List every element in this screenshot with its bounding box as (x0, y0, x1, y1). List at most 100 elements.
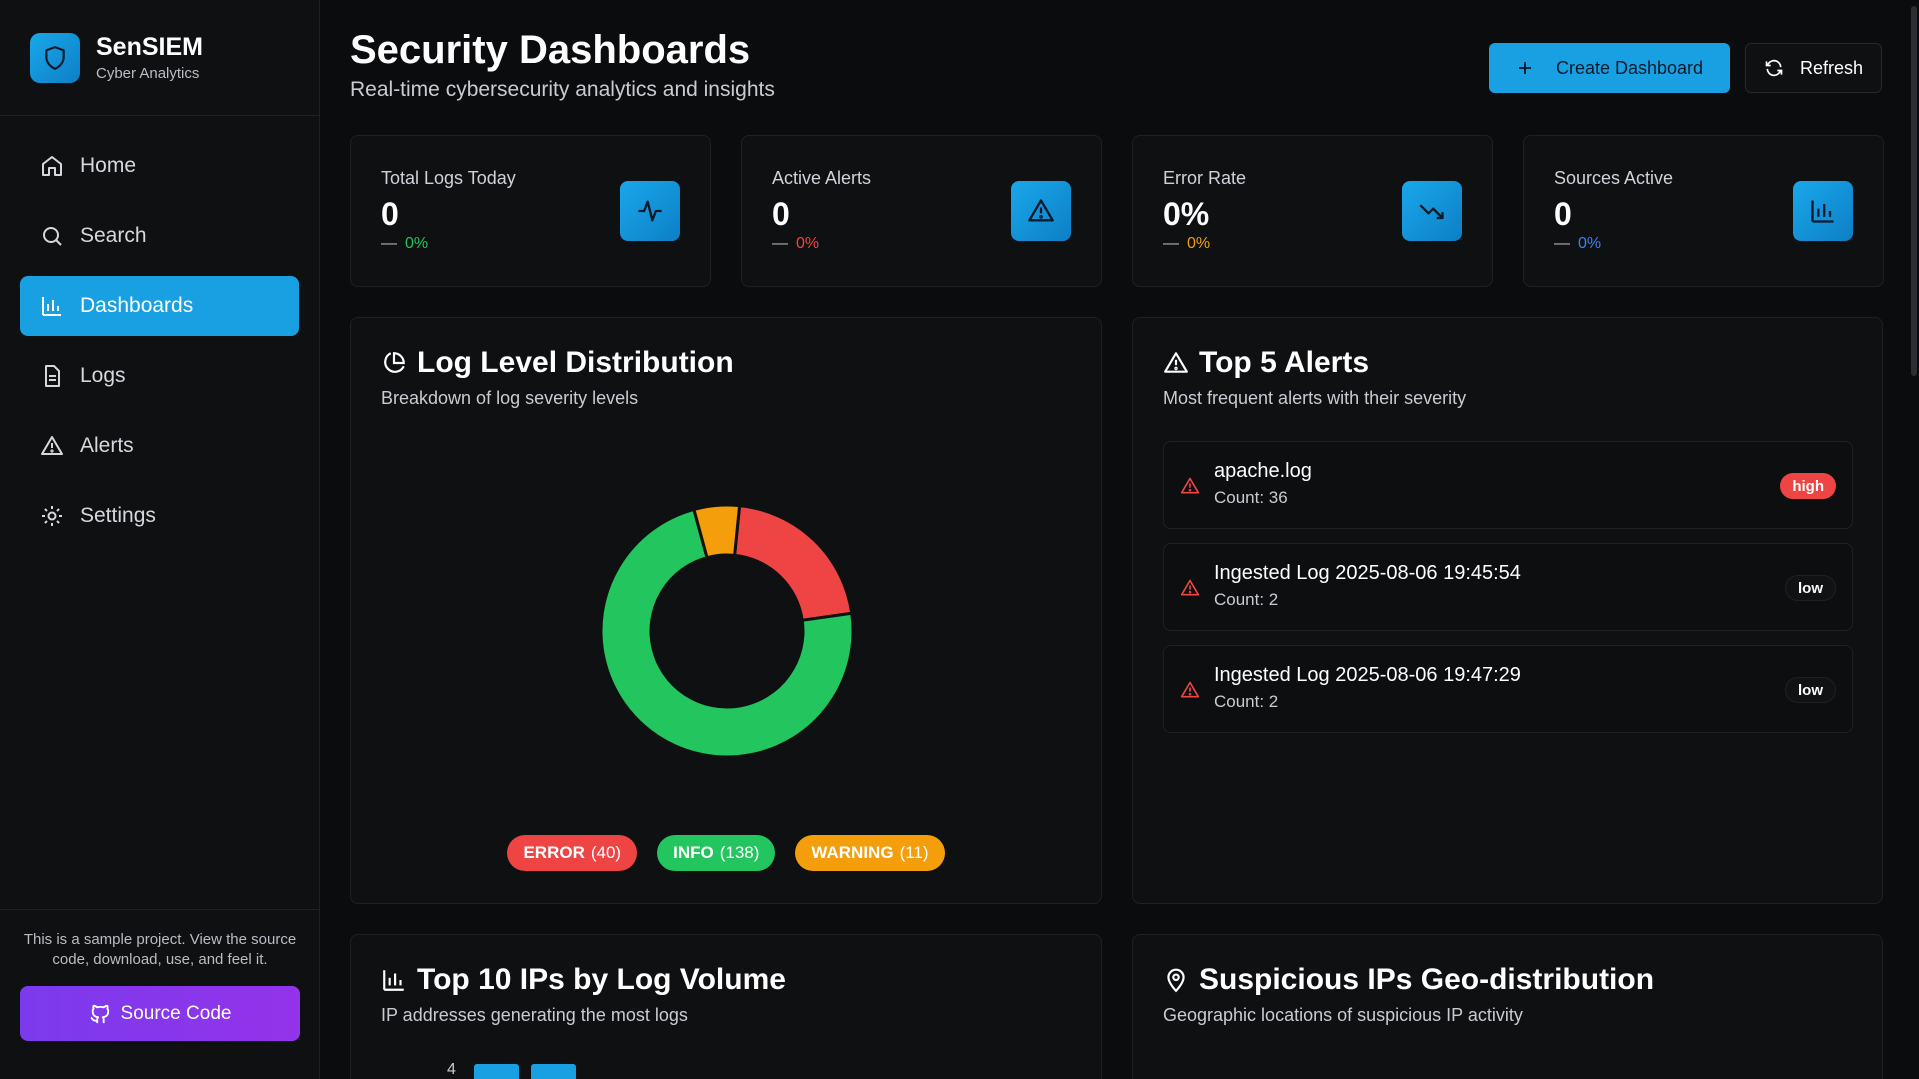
stat-delta: —0% (772, 235, 820, 252)
panel-subtitle: Breakdown of log severity levels (381, 388, 639, 408)
legend-value: (138) (719, 843, 760, 862)
sidebar-item-search[interactable]: Search (20, 206, 299, 266)
stat-delta: —0% (381, 235, 429, 252)
alert-triangle-icon (40, 434, 64, 458)
sidebar-item-label: Home (80, 154, 137, 177)
legend-item-error[interactable]: ERROR (40) (507, 835, 638, 871)
alert-item[interactable]: Ingested Log 2025-08-06 19:47:29 Count: … (1163, 645, 1853, 733)
chart-legend: ERROR (40) INFO (138) WARNING (11) (351, 835, 1101, 871)
stat-label: Error Rate (1163, 168, 1247, 188)
geo-distribution-panel: Suspicious IPs Geo-distribution Geograph… (1132, 934, 1883, 1079)
gear-icon (40, 504, 64, 528)
sidebar-item-settings[interactable]: Settings (20, 486, 299, 546)
stat-delta-value: 0% (796, 235, 820, 252)
log-level-distribution-panel: Log Level Distribution Breakdown of log … (350, 317, 1102, 904)
alert-item[interactable]: Ingested Log 2025-08-06 19:45:54 Count: … (1163, 543, 1853, 631)
panel-title: Top 10 IPs by Log Volume (417, 963, 786, 996)
alert-count: Count: 2 (1214, 692, 1279, 711)
sidebar-item-label: Search (80, 224, 147, 247)
legend-label: ERROR (523, 843, 585, 862)
bar-chart-icon (40, 294, 64, 318)
severity-badge: low (1785, 575, 1836, 601)
legend-item-warning[interactable]: WARNING (11) (795, 835, 945, 871)
legend-value: (11) (899, 843, 929, 862)
sidebar: SenSIEM Cyber Analytics Home Search Dash… (0, 0, 320, 1079)
create-dashboard-button[interactable]: Create Dashboard (1489, 43, 1730, 93)
map-pin-icon (1163, 967, 1189, 993)
sidebar-item-logs[interactable]: Logs (20, 346, 299, 406)
sidebar-item-label: Dashboards (80, 294, 194, 317)
stat-card-error-rate: Error Rate 0% —0% (1132, 135, 1493, 287)
bar-chart-icon (1793, 181, 1853, 241)
sidebar-nav: Home Search Dashboards Logs Alerts Setti… (0, 116, 319, 576)
alert-name: apache.log (1214, 460, 1312, 482)
alert-count: Count: 2 (1214, 590, 1279, 609)
source-code-button[interactable]: Source Code (20, 986, 300, 1041)
pie-chart-icon (381, 350, 407, 376)
page-scrollbar[interactable] (1909, 0, 1919, 1079)
sidebar-footer: This is a sample project. View the sourc… (0, 909, 320, 1079)
log-level-donut-chart (599, 503, 855, 759)
stat-card-sources-active: Sources Active 0 —0% (1523, 135, 1884, 287)
refresh-label: Refresh (1799, 57, 1864, 78)
sidebar-item-label: Alerts (80, 434, 134, 457)
alert-name: Ingested Log 2025-08-06 19:45:54 (1214, 562, 1521, 584)
stat-value: 0 (1554, 196, 1572, 232)
alert-triangle-icon (1180, 578, 1200, 598)
stat-label: Sources Active (1554, 168, 1674, 188)
bar-chart-icon (381, 967, 407, 993)
sidebar-item-alerts[interactable]: Alerts (20, 416, 299, 476)
legend-item-info[interactable]: INFO (138) (657, 835, 776, 871)
legend-value: (40) (590, 843, 622, 862)
donut-slice-error[interactable] (732, 503, 854, 623)
top-ips-panel: Top 10 IPs by Log Volume IP addresses ge… (350, 934, 1102, 1079)
stat-delta-value: 0% (1187, 235, 1211, 252)
sidebar-item-home[interactable]: Home (20, 136, 299, 196)
stat-delta: —0% (1163, 235, 1211, 252)
activity-icon (620, 181, 680, 241)
legend-label: WARNING (811, 843, 894, 862)
sidebar-item-label: Logs (80, 364, 126, 387)
alert-name: Ingested Log 2025-08-06 19:47:29 (1214, 664, 1521, 686)
page-title: Security Dashboards (350, 28, 751, 72)
stat-card-total-logs: Total Logs Today 0 —0% (350, 135, 711, 287)
stat-label: Active Alerts (772, 168, 872, 188)
refresh-button[interactable]: Refresh (1745, 43, 1882, 93)
legend-label: INFO (673, 843, 714, 862)
file-text-icon (40, 364, 64, 388)
scrollbar-thumb[interactable] (1911, 6, 1917, 376)
alert-triangle-icon (1180, 476, 1200, 496)
panel-title: Log Level Distribution (417, 346, 734, 379)
sidebar-item-label: Settings (80, 504, 156, 527)
plus-icon (1516, 59, 1534, 77)
stat-delta-value: 0% (405, 235, 429, 252)
home-icon (40, 154, 64, 178)
panel-title: Suspicious IPs Geo-distribution (1199, 963, 1655, 996)
stat-card-active-alerts: Active Alerts 0 —0% (741, 135, 1102, 287)
stat-delta: —0% (1554, 235, 1602, 252)
y-axis-tick: 4 (447, 1061, 456, 1078)
top-alerts-panel: Top 5 Alerts Most frequent alerts with t… (1132, 317, 1883, 904)
alert-triangle-icon (1163, 350, 1189, 376)
source-code-label: Source Code (120, 1002, 232, 1024)
stat-value: 0% (1163, 196, 1210, 232)
ip-bar (531, 1064, 576, 1079)
sidebar-item-dashboards[interactable]: Dashboards (20, 276, 299, 336)
shield-icon (30, 32, 80, 83)
stat-delta-value: 0% (1578, 235, 1602, 252)
alert-triangle-icon (1180, 680, 1200, 700)
alert-item[interactable]: apache.log Count: 36 high (1163, 441, 1853, 529)
create-dashboard-label: Create Dashboard (1555, 57, 1704, 78)
brand-subtitle: Cyber Analytics (96, 65, 200, 82)
footer-note: This is a sample project. View the sourc… (23, 931, 297, 968)
alert-count: Count: 36 (1214, 488, 1288, 507)
page-subtitle: Real-time cybersecurity analytics and in… (350, 78, 775, 101)
brand: SenSIEM Cyber Analytics (0, 0, 319, 116)
severity-badge: low (1785, 677, 1836, 703)
severity-badge: high (1780, 473, 1836, 499)
panel-title: Top 5 Alerts (1199, 346, 1370, 379)
stat-value: 0 (772, 196, 790, 232)
search-icon (40, 224, 64, 248)
panel-subtitle: IP addresses generating the most logs (381, 1005, 688, 1025)
panel-subtitle: Geographic locations of suspicious IP ac… (1163, 1005, 1523, 1025)
